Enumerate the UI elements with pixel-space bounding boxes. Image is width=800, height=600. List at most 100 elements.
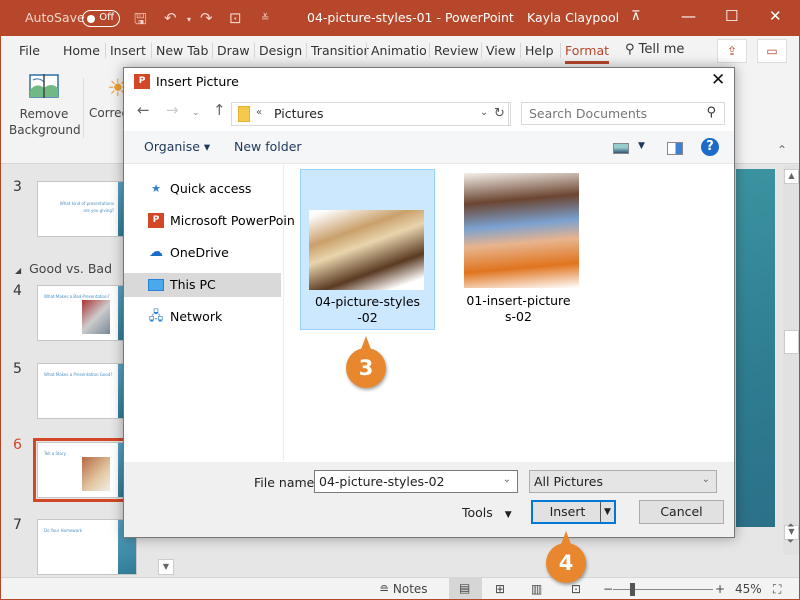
slides-pane-scroll-down[interactable]: ▼ (158, 559, 174, 575)
file-item[interactable]: 04-picture-styles -02 (300, 169, 435, 330)
reading-view-icon[interactable]: ▥ (531, 582, 542, 596)
ribbon-display-icon[interactable]: ⊼ (631, 9, 641, 24)
ribbon-separator (83, 78, 84, 138)
tab-view[interactable]: View (481, 43, 516, 58)
tools-menu[interactable]: Tools ▼ (462, 505, 512, 520)
undo-icon[interactable]: ↶ (164, 9, 177, 27)
tab-review[interactable]: Review (429, 43, 479, 58)
file-name-dropdown-icon[interactable]: ⌄ (503, 474, 511, 485)
tab-help[interactable]: Help (520, 43, 554, 58)
redo-icon[interactable]: ↷ (200, 9, 213, 27)
nav-item-this-pc[interactable]: This PC (124, 273, 281, 297)
new-folder-button[interactable]: New folder (234, 139, 302, 154)
share-button[interactable]: ⇪ (717, 39, 747, 63)
slide-picture (82, 300, 110, 334)
slide-thumbnail-6[interactable]: Tell a Story (33, 438, 141, 502)
refresh-icon[interactable]: ↻ (489, 102, 511, 126)
forward-arrow-icon[interactable]: → (166, 101, 179, 119)
file-type-select[interactable]: All Pictures ⌄ (529, 470, 717, 493)
tab-animations[interactable]: Animatio (366, 43, 427, 58)
save-icon[interactable]: 🖫 (134, 9, 147, 34)
close-icon[interactable]: ✕ (769, 7, 782, 25)
view-dropdown-icon[interactable]: ▼ (638, 141, 645, 151)
breadcrumb-pictures[interactable]: Pictures (274, 106, 324, 121)
notes-icon: ≘ (379, 582, 390, 596)
slide-thumbnail-7[interactable]: Do Your Homework (37, 519, 137, 575)
fit-to-window-icon[interactable]: ⛶ (773, 582, 781, 597)
customize-qat-icon[interactable]: ≚ (261, 13, 269, 24)
slideshow-icon[interactable]: ⊡ (571, 582, 581, 596)
nav-item-quick-access[interactable]: ★ Quick access (124, 177, 281, 201)
zoom-out-icon[interactable]: − (603, 582, 613, 596)
file-name-input[interactable]: 04-picture-styles-02 ⌄ (314, 470, 518, 493)
zoom-in-icon[interactable]: + (715, 582, 725, 596)
tab-file[interactable]: File (19, 43, 40, 58)
vertical-scrollbar[interactable]: ▲ ▼ (783, 165, 799, 555)
comments-button[interactable]: ▭ (757, 39, 787, 63)
address-bar[interactable]: « Pictures ⌄ (231, 102, 509, 126)
slide-number: 3 (13, 179, 22, 195)
tell-me-search[interactable]: ⚲ Tell me (625, 42, 684, 57)
search-icon: ⚲ (625, 42, 635, 57)
up-arrow-icon[interactable]: ↑ (213, 101, 226, 119)
file-thumbnail-reading (464, 173, 579, 288)
slide-thumbnail-4[interactable]: What Makes a Bad Presentation? (37, 285, 137, 341)
section-header[interactable]: ◢ Good vs. Bad (15, 261, 112, 276)
zoom-level[interactable]: 45% (735, 582, 762, 596)
step-callout-4: 4 (546, 531, 586, 583)
slide-sorter-icon[interactable]: ⊞ (495, 582, 505, 596)
nav-item-network[interactable]: 🖧 Network (124, 305, 281, 329)
present-icon[interactable]: ⊡ (229, 9, 242, 27)
organise-menu[interactable]: Organise ▾ (144, 139, 210, 154)
breadcrumb-overflow[interactable]: « (256, 107, 262, 118)
tell-me-label: Tell me (638, 42, 685, 57)
comment-icon: ▭ (766, 44, 778, 58)
slide-edge[interactable] (736, 169, 775, 527)
recent-locations-icon[interactable]: ⌄ (192, 108, 200, 118)
status-bar: ≘ Notes ▤ ⊞ ▥ ⊡ − + 45% ⛶ (1, 577, 799, 599)
change-view-icon[interactable] (613, 143, 629, 154)
slide-thumbnail-3[interactable]: What kind of presentations are you givin… (37, 181, 137, 237)
address-dropdown-icon[interactable]: ⌄ (480, 107, 488, 118)
slide-title: Tell a Story (44, 451, 67, 456)
autosave-toggle[interactable]: Off (82, 10, 120, 27)
nav-item-powerpoint[interactable]: P Microsoft PowerPoin (124, 209, 295, 233)
notes-button[interactable]: ≘ Notes (379, 582, 428, 596)
preview-pane-icon[interactable] (667, 142, 683, 155)
tab-design[interactable]: Design (254, 43, 302, 58)
scroll-thumb[interactable] (784, 330, 799, 354)
tab-transitions[interactable]: Transitior (306, 43, 369, 58)
insert-options-dropdown[interactable]: ▼ (600, 502, 614, 522)
powerpoint-window: AutoSave Off 🖫 ↶ ▾ ↷ ⊡ ≚ 04-picture-styl… (0, 0, 800, 600)
tab-draw[interactable]: Draw (212, 43, 250, 58)
maximize-icon[interactable]: ☐ (725, 7, 738, 25)
insert-label: Insert (549, 504, 586, 519)
slide-thumbnail-5[interactable]: What Makes a Presentation Good? (37, 363, 137, 419)
tab-home[interactable]: Home (63, 43, 100, 58)
nav-item-label: Microsoft PowerPoin (170, 213, 295, 228)
zoom-slider-track[interactable] (613, 589, 713, 590)
file-item[interactable]: 01-insert-picture s-02 (451, 169, 586, 330)
nav-item-onedrive[interactable]: ☁ OneDrive (124, 241, 281, 265)
undo-dropdown-icon[interactable]: ▾ (187, 15, 191, 24)
previous-slide-icon[interactable]: ⏶ (787, 521, 794, 531)
dialog-close-icon[interactable]: ✕ (711, 70, 725, 90)
insert-button[interactable]: Insert ▼ (531, 500, 616, 524)
back-arrow-icon[interactable]: ← (137, 101, 150, 119)
tab-insert[interactable]: Insert (105, 43, 146, 58)
user-name[interactable]: Kayla Claypool (527, 10, 619, 25)
zoom-slider-thumb[interactable] (630, 583, 635, 596)
this-pc-icon (148, 279, 164, 291)
minimize-icon[interactable]: — (681, 7, 696, 25)
tab-new-tab[interactable]: New Tab (151, 43, 208, 58)
search-input[interactable]: Search Documents ⚲ (521, 102, 725, 125)
tab-format[interactable]: Format (560, 43, 610, 64)
scroll-up-button[interactable]: ▲ (784, 169, 799, 184)
help-icon[interactable]: ? (701, 138, 719, 156)
collapse-ribbon-icon[interactable]: ⌃ (777, 143, 787, 157)
normal-view-button[interactable]: ▤ (449, 578, 482, 599)
command-bar: Organise ▾ New folder ▼ ? (124, 131, 734, 164)
remove-background-button[interactable]: Remove Background (9, 74, 81, 138)
next-slide-icon[interactable]: ⏷ (787, 537, 794, 547)
cancel-button[interactable]: Cancel (639, 500, 724, 524)
